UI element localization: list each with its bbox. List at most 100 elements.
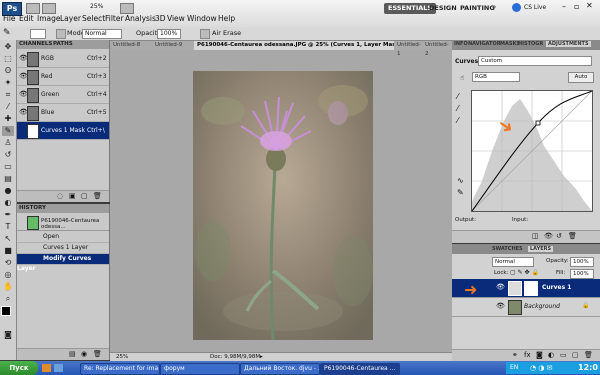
gradient-tool-icon[interactable]: ▤ [2,174,14,184]
delete-state-icon[interactable]: 🗑 [93,350,102,358]
lock-icons[interactable]: ▢ ✎ ✥ 🔒 [510,269,539,276]
menu-analysis[interactable]: Analysis [125,14,156,23]
quick-mask-icon[interactable]: ◙ [2,330,14,340]
quick-select-tool-icon[interactable]: ✦ [2,78,14,88]
save-selection-icon[interactable]: ▣ [69,192,76,200]
new-layer-icon[interactable]: ▢ [572,351,579,359]
new-group-icon[interactable]: ▭ [560,351,567,359]
new-snapshot-icon[interactable]: ◉ [81,350,87,358]
curves-channel-select[interactable]: RGB [472,72,520,82]
tab-layers[interactable]: LAYERS [528,246,554,252]
tab-histogram[interactable]: HISTOGR [518,41,543,47]
image-canvas[interactable] [193,71,373,340]
blur-tool-icon[interactable]: ● [2,186,14,196]
language-indicator[interactable]: EN [510,364,518,371]
eyedropper-tool-icon[interactable]: ⁄ [2,102,14,112]
tab-swatches[interactable]: SWATCHES [492,246,523,252]
taskbar-item-forum[interactable]: форум [160,363,240,375]
bridge-button[interactable] [26,3,40,14]
marquee-tool-icon[interactable]: ⬚ [2,54,14,64]
curve-edit-points-icon[interactable]: ∿ [457,176,464,185]
delete-channel-icon[interactable]: 🗑 [93,192,102,200]
channel-row-green[interactable]: 👁 Green Ctrl+4 [17,86,109,104]
clone-stamp-tool-icon[interactable]: ♙ [2,138,14,148]
menu-edit[interactable]: Edit [19,14,34,23]
layer-opacity-input[interactable]: 100% [570,257,594,267]
curves-graph[interactable] [471,90,593,212]
layer-style-icon[interactable]: fx [524,351,531,359]
eye-icon[interactable]: 👁 [496,283,505,291]
link-layers-icon[interactable]: ⚭ [512,351,518,359]
load-selection-icon[interactable]: ◌ [57,192,63,200]
menu-view[interactable]: View [167,14,185,23]
type-tool-icon[interactable]: T [2,222,14,232]
dodge-tool-icon[interactable]: ◐ [2,198,14,208]
eye-icon[interactable]: 👁 [496,302,505,310]
channel-row-curves-mask[interactable]: Curves 1 Mask Ctrl+\ [17,122,109,140]
add-mask-icon[interactable]: ◙ [536,351,543,359]
pen-tool-icon[interactable]: ✒ [2,210,14,220]
taskbar-item-photoshop[interactable]: P6190046-Centaurea ... [320,363,400,375]
minimize-button[interactable]: – [562,2,566,11]
visibility-toggle-icon[interactable]: 👁 [544,232,553,240]
tab-channels[interactable]: CHANNELS [19,41,52,47]
opacity-input[interactable]: 100% [157,29,181,39]
3d-camera-tool-icon[interactable]: ◎ [2,270,14,280]
channel-row-rgb[interactable]: 👁 RGB Ctrl+2 [17,50,109,68]
delete-layer-icon[interactable]: 🗑 [584,351,593,359]
healing-tool-icon[interactable]: ✚ [2,114,14,124]
menu-select[interactable]: Select [82,14,105,23]
move-tool-icon[interactable]: ✥ [2,42,14,52]
taskbar-item-browser[interactable]: Re: Replacement for ima... [80,363,160,375]
3d-rotate-tool-icon[interactable]: ⟲ [2,258,14,268]
curve-draw-icon[interactable]: ✎ [457,188,464,197]
workspace-more-icon[interactable]: » [492,3,496,11]
auto-button[interactable]: Auto [568,72,594,83]
new-document-icon[interactable]: ▤ [69,350,76,358]
tab-masks[interactable]: MASKS [500,41,520,47]
tab-history[interactable]: HISTORY [19,205,46,211]
reset-icon[interactable]: ↺ [556,232,562,240]
taskbar-item-djvu[interactable]: Дальний Восток. djvu - ... [240,363,320,375]
tab-untitled-8[interactable]: Untitled-8 [110,41,155,50]
layer-background[interactable]: 👁 Background 🔒 [452,298,600,317]
lasso-tool-icon[interactable]: ʘ [2,66,14,76]
menu-help[interactable]: Help [218,14,235,23]
path-select-tool-icon[interactable]: ↖ [2,234,14,244]
clock[interactable]: 12:0 [578,363,598,372]
layer-mask-thumbnail[interactable] [524,281,538,296]
tab-untitled-9[interactable]: Untitled-9 [152,41,197,50]
brush-tool-icon[interactable]: ✎ [2,126,14,136]
channel-row-red[interactable]: 👁 Red Ctrl+3 [17,68,109,86]
quicklaunch-icon[interactable] [42,364,51,372]
menu-3d[interactable]: 3D [155,14,166,23]
tab-active-document[interactable]: P6190046-Centaurea odessana.JPG @ 25% (C… [194,41,397,50]
menu-window[interactable]: Window [187,14,217,23]
mode-select[interactable]: Normal [82,29,122,39]
cslive-label[interactable]: CS Live [524,4,546,11]
brush-tool-icon[interactable]: ✎ [3,28,11,38]
tab-adjustments[interactable]: ADJUSTMENTS [546,41,591,47]
zoom-tool-icon[interactable]: ⌕ [2,294,14,304]
tab-navigator[interactable]: NAVIGATOR [468,41,501,47]
pressure-opacity-toggle[interactable] [200,29,210,39]
brush-preset-picker[interactable] [30,29,46,39]
zoom-level[interactable]: 25% [90,3,103,10]
menu-filter[interactable]: Filter [105,14,124,23]
new-adjustment-icon[interactable]: ◐ [548,351,554,359]
mini-bridge-button[interactable] [42,3,56,14]
eraser-tool-icon[interactable]: ▭ [2,162,14,172]
arrange-docs-button[interactable] [120,3,134,14]
tray-icons[interactable]: ◔ ◑ ✉ [530,364,553,372]
crop-tool-icon[interactable]: ⌗ [2,90,14,100]
black-point-eyedropper-icon[interactable]: ⁄ [457,92,458,101]
blend-mode-select[interactable]: Normal [492,257,534,267]
tab-info[interactable]: INFO [454,41,468,47]
delete-adjustment-icon[interactable]: 🗑 [568,232,577,240]
close-button[interactable]: ✕ [586,1,593,10]
quicklaunch-icon[interactable] [54,364,63,372]
gray-point-eyedropper-icon[interactable]: ⁄ [457,104,458,113]
history-snapshot[interactable]: P6190046-Centaurea odessa... [17,214,109,231]
shape-tool-icon[interactable]: ■ [2,246,14,256]
history-step-curves-layer[interactable]: Curves 1 Layer [17,243,109,254]
